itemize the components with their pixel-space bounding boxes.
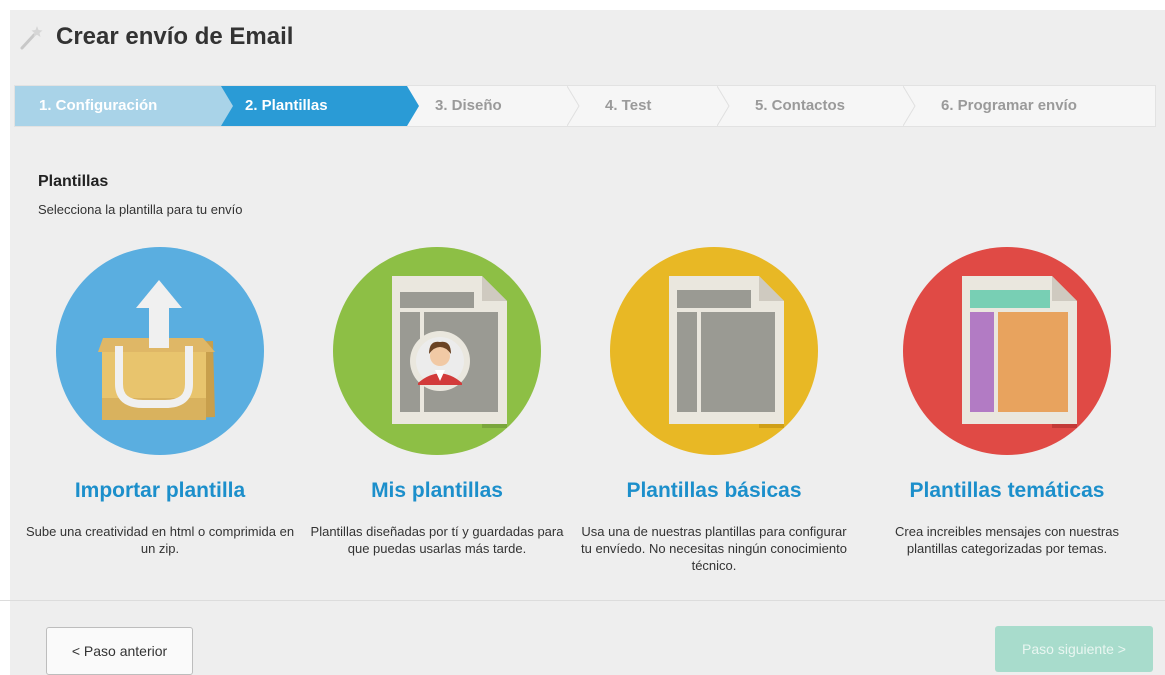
step-plantillas[interactable]: 2. Plantillas	[221, 86, 419, 126]
step-contactos[interactable]: 5. Contactos	[731, 86, 917, 126]
step-arrow	[221, 86, 233, 126]
page-header: Crear envío de Email	[18, 22, 293, 52]
section-subtitle: Selecciona la plantilla para tu envío	[38, 202, 243, 217]
option-description: Crea increibles mensajes con nuestras pl…	[895, 524, 1119, 556]
option-description: Plantillas diseñadas por tí y guardadas …	[310, 524, 564, 556]
step-label: 2. Plantillas	[245, 97, 328, 114]
option-title[interactable]: Importar plantilla	[22, 479, 298, 503]
option-plantillas-tematicas[interactable]: Plantillas temáticas Crea increibles men…	[869, 246, 1145, 557]
option-title[interactable]: Plantillas básicas	[576, 479, 852, 503]
step-separator	[717, 86, 730, 126]
step-programar-envio[interactable]: 6. Programar envío	[917, 86, 1153, 126]
step-test[interactable]: 4. Test	[581, 86, 731, 126]
step-separator	[567, 86, 580, 126]
themed-template-icon[interactable]	[902, 246, 1112, 456]
option-mis-plantillas[interactable]: Mis plantillas Plantillas diseñadas por …	[299, 246, 575, 557]
step-diseno[interactable]: 3. Diseño	[407, 86, 581, 126]
step-separator	[903, 86, 916, 126]
wizard-steps: 1. Configuración 2. Plantillas 3. Diseño…	[14, 85, 1156, 127]
step-configuracion[interactable]: 1. Configuración	[15, 86, 233, 126]
option-description: Sube una creatividad en html o comprimid…	[25, 524, 295, 556]
basic-template-icon[interactable]	[609, 246, 819, 456]
magic-wand-icon	[20, 26, 43, 50]
section-title: Plantillas	[38, 173, 109, 190]
footer-divider	[0, 600, 1165, 601]
option-importar-plantilla[interactable]: Importar plantilla Sube una creatividad …	[22, 246, 298, 557]
step-label: 3. Diseño	[435, 97, 502, 114]
option-title[interactable]: Mis plantillas	[299, 479, 575, 503]
step-label: 5. Contactos	[755, 97, 846, 114]
step-label: 4. Test	[605, 97, 652, 114]
previous-step-button[interactable]: < Paso anterior	[46, 627, 193, 675]
option-description: Usa una de nuestras plantillas para conf…	[581, 524, 847, 573]
step-label: 6. Programar envío	[941, 97, 1077, 114]
option-plantillas-basicas[interactable]: Plantillas básicas Usa una de nuestras p…	[576, 246, 852, 574]
user-template-icon[interactable]	[332, 246, 542, 456]
step-arrow	[407, 86, 419, 126]
option-title[interactable]: Plantillas temáticas	[869, 479, 1145, 503]
page-title: Crear envío de Email	[56, 23, 294, 50]
step-label: 1. Configuración	[39, 97, 158, 114]
upload-box-icon[interactable]	[55, 246, 265, 456]
next-step-button[interactable]: Paso siguiente >	[995, 626, 1153, 672]
